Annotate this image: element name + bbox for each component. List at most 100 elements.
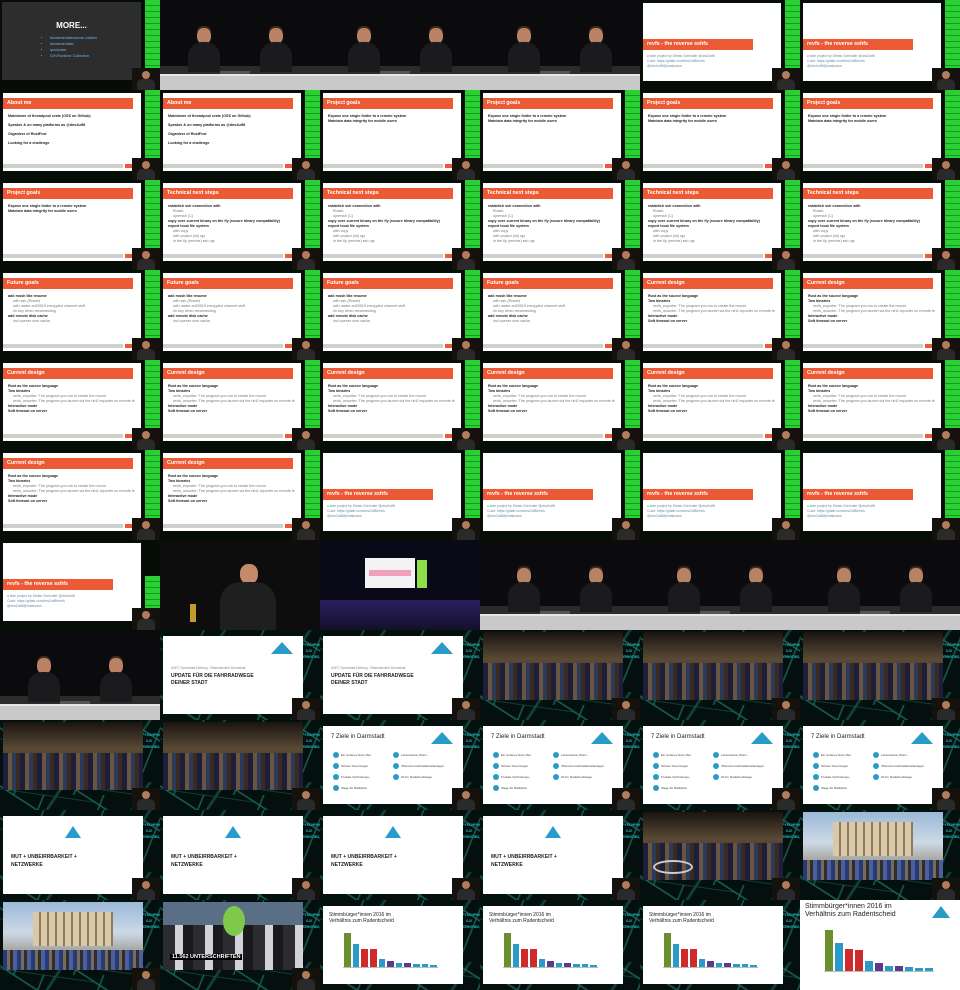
video-thumbnail[interactable]: PPYSCHPINGX-IXINGWOTIESStimmbürger*innen… — [320, 900, 480, 990]
speaker-body — [777, 169, 795, 180]
video-thumbnail[interactable] — [480, 0, 640, 90]
video-thumbnail[interactable]: revfs - the reverse sshfs a side project … — [800, 0, 960, 90]
slide-title: MORE... — [56, 21, 87, 30]
green-sign — [223, 906, 245, 936]
video-thumbnail[interactable]: Stimmbürger*innen 2016 im Verhältnis zum … — [800, 900, 960, 990]
slide-footer — [163, 344, 283, 348]
goal-text: Offensive Fahrradabstellanlagen — [561, 764, 605, 768]
video-thumbnail[interactable]: PPYSCHPINGX-IXINGWOTIES7 Ziele in Darmst… — [480, 720, 640, 810]
video-thumbnail[interactable]: PPYSCHPINGX-IXINGWOTIES — [160, 720, 320, 810]
bullet-list: establish ssh connection with Russh openss… — [648, 204, 776, 244]
slide-title: Future goals — [483, 278, 613, 289]
video-thumbnail[interactable]: Project goals Expose one single folder to… — [0, 180, 160, 270]
video-thumbnail[interactable]: PPYSCHPINGX-IXINGWOTIESStimmbürger*innen… — [480, 900, 640, 990]
video-thumbnail[interactable]: PPYSCHPINGX-IXINGWOTIESMUT + UNBEIRRBARK… — [320, 810, 480, 900]
video-thumbnail[interactable]: PPYSCHPINGX-IXINGWOTIES7 Ziele in Darmst… — [320, 720, 480, 810]
video-thumbnail[interactable]: revfs - the reverse sshfs a side project … — [480, 450, 640, 540]
presenter — [348, 26, 382, 74]
goal-icon — [813, 752, 819, 758]
speaker-body — [457, 889, 475, 900]
desk — [800, 614, 960, 630]
speaker-pip — [772, 68, 800, 90]
video-thumbnail[interactable]: Current design Rust as the source languag… — [0, 450, 160, 540]
video-thumbnail[interactable]: Project goals Expose one single folder to… — [480, 90, 640, 180]
video-thumbnail[interactable]: Future goals add mosh like resume with ssh… — [160, 270, 320, 360]
slide-mut: MUT + UNBEIRRBARKEIT + NETZWERKE — [3, 816, 143, 894]
video-thumbnail[interactable]: Technical next steps establish ssh connec… — [800, 180, 960, 270]
goal-text: Lebenswerte Wohn- — [721, 753, 748, 757]
bullet-list: add mosh like resume with ssh (Russh) with… — [488, 294, 616, 324]
video-thumbnail[interactable]: PPYSCHPINGX-IXINGWOTIES7 Ziele in Darmst… — [800, 720, 960, 810]
goal-icon — [393, 774, 399, 780]
video-thumbnail[interactable] — [160, 540, 320, 630]
video-thumbnail[interactable] — [0, 630, 160, 720]
video-thumbnail[interactable]: Technical next steps establish ssh connec… — [640, 180, 800, 270]
video-thumbnail[interactable]: About me Maintainer of threadpool crate (… — [160, 90, 320, 180]
presenter — [100, 656, 134, 704]
video-thumbnail[interactable]: PPYSCHPINGX-IXINGWOTIES — [800, 810, 960, 900]
video-thumbnail[interactable]: Future goals add mosh like resume with ssh… — [0, 270, 160, 360]
video-thumbnail[interactable]: PPYSCHPINGX-IXINGWOTIES7 Ziele in Darmst… — [640, 720, 800, 810]
video-thumbnail[interactable]: About me Maintainer of threadpool crate (… — [0, 90, 160, 180]
video-thumbnail[interactable]: Project goals Expose one single folder to… — [640, 90, 800, 180]
video-thumbnail[interactable]: Technical next steps establish ssh connec… — [480, 180, 640, 270]
speaker-body — [617, 169, 635, 180]
video-thumbnail[interactable]: PPYSCHPINGX-IXINGWOTIES — [480, 630, 640, 720]
speaker-body — [297, 979, 315, 990]
speaker-pip — [612, 338, 640, 360]
goal-icon — [813, 774, 819, 780]
chart-bar — [741, 964, 749, 967]
video-thumbnail[interactable]: PPYSCHPINGX-IXINGWOTIESStimmbürger*innen… — [640, 900, 800, 990]
video-thumbnail[interactable]: PPYSCHPINGX-IXINGWOTIESMUT + UNBEIRRBARK… — [0, 810, 160, 900]
video-thumbnail[interactable] — [160, 0, 320, 90]
video-thumbnail[interactable]: Project goals Expose one single folder to… — [320, 90, 480, 180]
video-thumbnail[interactable]: PPYSCHPINGX-IXINGWOTIES — [640, 810, 800, 900]
speaker-pip — [932, 158, 960, 180]
video-thumbnail[interactable]: revfs - the reverse sshfs a side project … — [640, 450, 800, 540]
video-thumbnail[interactable]: Current design Rust as the source languag… — [640, 360, 800, 450]
video-thumbnail[interactable]: Current design Rust as the source languag… — [800, 360, 960, 450]
video-thumbnail[interactable]: revfs - the reverse sshfs a side project … — [640, 0, 800, 90]
video-thumbnail[interactable]: revfs - the reverse sshfs a side project … — [800, 450, 960, 540]
video-thumbnail[interactable] — [480, 540, 640, 630]
video-thumbnail[interactable] — [640, 540, 800, 630]
video-thumbnail[interactable]: PPYSCHPINGX-IXINGWOTIESMUT + UNBEIRRBARK… — [160, 810, 320, 900]
presenter-body — [420, 42, 452, 72]
presenter-body — [580, 42, 612, 72]
video-thumbnail[interactable]: Current design Rust as the source languag… — [800, 270, 960, 360]
video-thumbnail[interactable]: Current design Rust as the source languag… — [640, 270, 800, 360]
goal-text: 20 km Radschnellwege — [881, 775, 913, 779]
video-thumbnail[interactable]: PPYSCHPINGX-IXINGWOTIESADFC Darmstadt-Di… — [160, 630, 320, 720]
video-thumbnail[interactable]: Current design Rust as the source languag… — [480, 360, 640, 450]
video-thumbnail[interactable]: Technical next steps establish ssh connec… — [320, 180, 480, 270]
facade — [33, 912, 113, 946]
speaker-body — [937, 259, 955, 270]
video-thumbnail[interactable] — [800, 540, 960, 630]
video-thumbnail[interactable]: Technical next steps establish ssh connec… — [160, 180, 320, 270]
video-thumbnail[interactable]: MORE... fundamentals/server-editionfundam… — [0, 0, 160, 90]
video-thumbnail[interactable]: PPYSCHPINGX-IXINGWOTIES — [0, 720, 160, 810]
speaker-head — [142, 341, 150, 349]
video-thumbnail[interactable]: PPYSCHPINGX-IXINGWOTIES11.562 UNTERSCHRI… — [160, 900, 320, 990]
video-thumbnail[interactable] — [320, 540, 480, 630]
video-thumbnail[interactable]: PPYSCHPINGX-IXINGWOTIES — [800, 630, 960, 720]
video-thumbnail[interactable]: Current design Rust as the source languag… — [160, 360, 320, 450]
speaker-pip — [452, 338, 480, 360]
video-thumbnail[interactable]: revfs - the reverse sshfs a side project … — [320, 450, 480, 540]
video-thumbnail[interactable]: Future goals add mosh like resume with ssh… — [320, 270, 480, 360]
bullet-list: add mosh like resume with ssh (Russh) with… — [8, 294, 136, 324]
speaker-pip — [772, 788, 800, 810]
video-thumbnail[interactable]: PPYSCHPINGX-IXINGWOTIESMUT + UNBEIRRBARK… — [480, 810, 640, 900]
video-thumbnail[interactable]: Current design Rust as the source languag… — [0, 360, 160, 450]
video-thumbnail[interactable]: Project goals Expose one single folder to… — [800, 90, 960, 180]
video-thumbnail[interactable]: PPYSCHPINGX-IXINGWOTIESADFC Darmstadt-Di… — [320, 630, 480, 720]
video-thumbnail[interactable]: PPYSCHPINGX-IXINGWOTIES — [640, 630, 800, 720]
slide-footer — [163, 254, 283, 258]
video-thumbnail[interactable] — [320, 0, 480, 90]
video-thumbnail[interactable]: Current design Rust as the source languag… — [320, 360, 480, 450]
video-thumbnail[interactable]: Current design Rust as the source languag… — [160, 450, 320, 540]
slide-title: Project goals — [803, 98, 933, 109]
video-thumbnail[interactable]: revfs - the reverse sshfs a side project … — [0, 540, 160, 630]
video-thumbnail[interactable]: PPYSCHPINGX-IXINGWOTIES — [0, 900, 160, 990]
video-thumbnail[interactable]: Future goals add mosh like resume with ssh… — [480, 270, 640, 360]
